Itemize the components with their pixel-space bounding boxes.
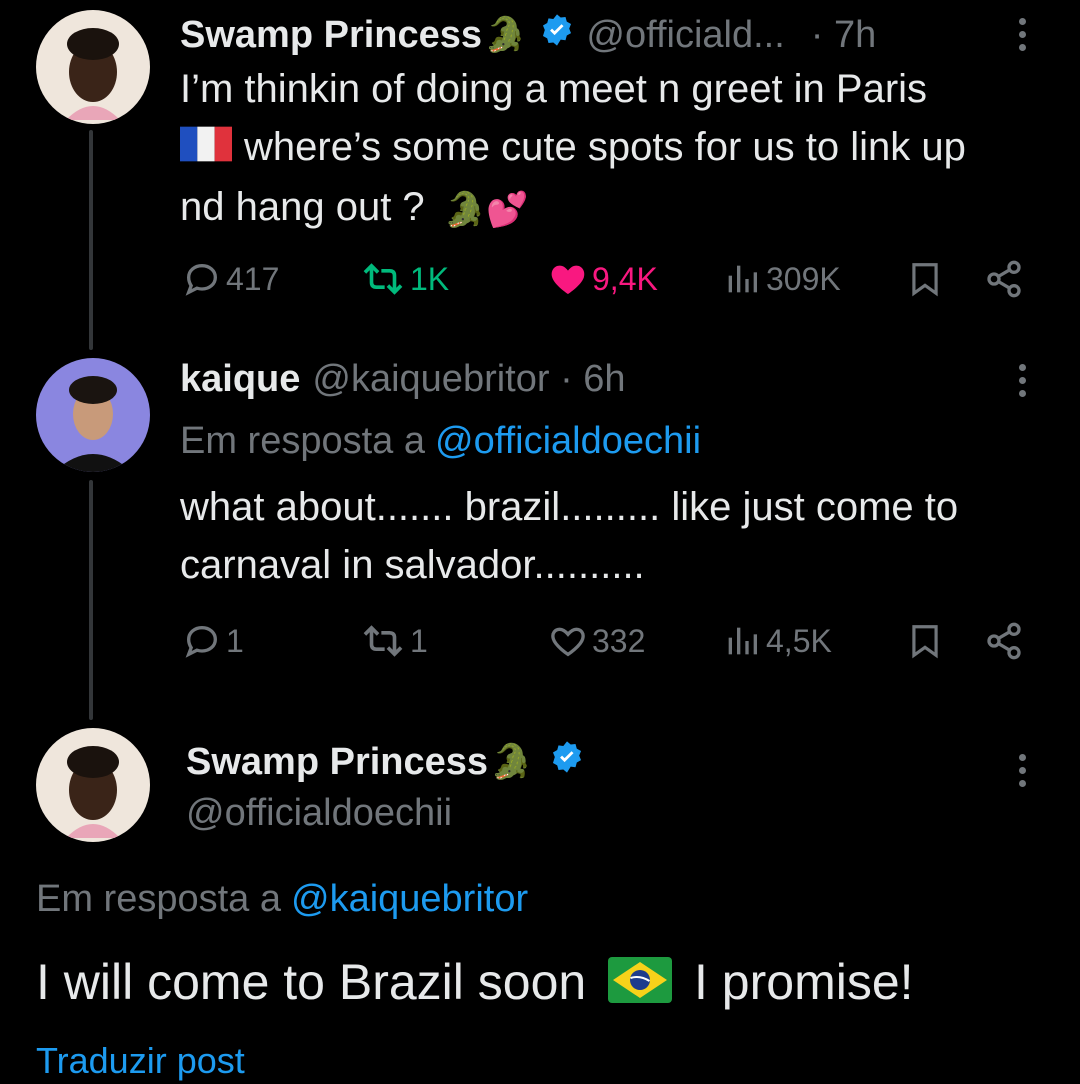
reply-context: Em resposta a @kaiquebritor <box>36 874 528 924</box>
view-count: 4,5K <box>766 622 832 659</box>
repost-icon <box>363 625 403 657</box>
tweet-text-line: nd hang out ? 🐊💕 <box>180 178 1060 238</box>
like-button[interactable]: 9,4K <box>548 254 658 304</box>
more-options-icon[interactable] <box>1014 364 1030 397</box>
tweet-text-part: I will come to Brazil soon <box>36 954 587 1010</box>
share-icon <box>987 622 1021 660</box>
avatar-swamp-princess[interactable] <box>36 10 150 124</box>
tweet-text-line: where’s some cute spots for us to link u… <box>180 118 1060 178</box>
author-name[interactable]: Swamp Princess <box>186 741 488 784</box>
tweet-text: I will come to Brazil soon I promise! <box>36 950 1056 1018</box>
heart-filled-icon <box>551 265 585 294</box>
verified-badge-icon <box>540 13 574 57</box>
tweet-text: I’m thinkin of doing a meet n greet in P… <box>180 60 1060 239</box>
avatar-kaique[interactable] <box>36 358 150 472</box>
views-chart-icon <box>728 265 757 293</box>
reply-count: 417 <box>226 260 280 297</box>
tweet-header: Swamp Princess 🐊 @officiald... · 7h <box>180 12 876 58</box>
author-name[interactable]: kaique <box>180 358 300 401</box>
france-flag-icon <box>180 120 232 178</box>
like-button[interactable]: 332 <box>548 616 645 666</box>
tweet-text-part: nd hang out ? <box>180 185 425 230</box>
reply-button[interactable]: 417 <box>182 254 279 304</box>
reply-to-handle[interactable]: @officialdoechii <box>435 420 701 463</box>
crocodile-emoji: 🐊 <box>484 16 527 54</box>
brazil-flag-icon <box>608 954 673 1018</box>
tweet-text-part: where’s some cute spots for us to link u… <box>244 125 966 169</box>
reply-prefix: Em resposta a <box>36 877 281 920</box>
tweet-header: Swamp Princess 🐊 <box>186 738 584 786</box>
views-button[interactable]: 4,5K <box>722 616 832 666</box>
reply-button[interactable]: 1 <box>182 616 244 666</box>
reply-prefix: Em resposta a <box>180 419 425 462</box>
author-handle[interactable]: @officialdoechii <box>186 792 452 835</box>
crocodile-emoji: 🐊 <box>490 743 533 781</box>
like-count: 9,4K <box>592 260 658 297</box>
tweet-text-line: carnaval in salvador.......... <box>180 543 645 587</box>
tweet-time[interactable]: · 7h <box>811 14 876 57</box>
author-handle[interactable]: @kaiquebritor · 6h <box>312 358 625 401</box>
reply-context: Em resposta a @officialdoechii <box>180 416 701 466</box>
author-handle[interactable]: @officiald... <box>586 14 784 57</box>
repost-button[interactable]: 1K <box>360 254 449 304</box>
view-count: 309K <box>766 260 841 297</box>
like-count: 332 <box>592 622 646 659</box>
author-handle-row: @officialdoechii <box>186 790 452 836</box>
views-button[interactable]: 309K <box>722 254 841 304</box>
crocodile-heart-emoji: 🐊💕 <box>443 190 529 229</box>
share-icon <box>987 260 1021 298</box>
reply-icon <box>185 625 218 658</box>
tweet-text: what about....... brazil......... like j… <box>180 478 1060 594</box>
tweet-text-line: what about....... brazil......... like j… <box>180 485 959 529</box>
verified-badge-icon <box>550 740 584 784</box>
repost-count: 1 <box>410 622 428 659</box>
author-name[interactable]: Swamp Princess <box>180 14 482 57</box>
thread-line <box>89 130 93 350</box>
heart-outline-icon <box>551 627 585 657</box>
avatar-swamp-princess[interactable] <box>36 728 150 842</box>
tweet-header: kaique @kaiquebritor · 6h <box>180 354 626 404</box>
views-chart-icon <box>728 627 757 655</box>
bookmark-icon <box>912 625 938 659</box>
translate-link[interactable]: Traduzir post <box>36 1038 245 1084</box>
reply-to-handle[interactable]: @kaiquebritor <box>291 878 528 921</box>
bookmark-button[interactable] <box>906 616 944 666</box>
tweet-text-line: I’m thinkin of doing a meet n greet in P… <box>180 67 928 111</box>
bookmark-icon <box>912 263 938 297</box>
translate-post-link[interactable]: Traduzir post <box>36 1040 245 1082</box>
reply-icon <box>185 263 218 296</box>
repost-count: 1K <box>410 260 450 297</box>
repost-icon <box>363 263 403 295</box>
repost-button[interactable]: 1 <box>360 616 428 666</box>
more-options-icon[interactable] <box>1014 754 1030 787</box>
share-button[interactable] <box>984 616 1024 666</box>
reply-count: 1 <box>226 622 244 659</box>
tweet-actions: 417 1K 9,4K 309K <box>0 254 1080 304</box>
share-button[interactable] <box>984 254 1024 304</box>
thread-line <box>89 480 93 720</box>
tweet-text-part: I promise! <box>694 954 914 1010</box>
tweet-actions: 1 1 332 4,5K <box>0 616 1080 666</box>
bookmark-button[interactable] <box>906 254 944 304</box>
more-options-icon[interactable] <box>1014 18 1030 51</box>
